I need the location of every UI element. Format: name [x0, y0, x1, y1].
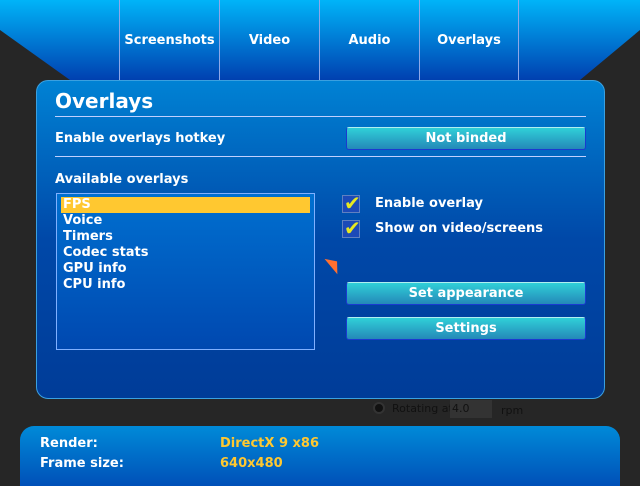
divider — [55, 156, 586, 157]
tab-overlays[interactable]: Overlays — [419, 0, 519, 80]
frame-size-value: 640x480 — [220, 456, 283, 471]
tab-video[interactable]: Video — [219, 0, 319, 80]
overlays-panel: Overlays Enable overlays hotkey Not bind… — [36, 80, 605, 399]
rpm-label: rpm — [501, 404, 524, 417]
list-item-voice[interactable]: Voice — [61, 213, 310, 229]
list-item-fps[interactable]: FPS — [61, 197, 310, 213]
show-on-video-checkbox[interactable] — [342, 216, 361, 240]
enable-overlay-label: Enable overlay — [375, 196, 483, 211]
hotkey-label: Enable overlays hotkey — [55, 131, 226, 146]
list-item-timers[interactable]: Timers — [61, 229, 310, 245]
frame-size-label: Frame size: — [40, 456, 124, 471]
set-appearance-button[interactable]: Set appearance — [346, 282, 586, 305]
rotating-input[interactable]: 4.0 — [450, 400, 492, 418]
panel-title: Overlays — [55, 89, 154, 113]
list-item-codec-stats[interactable]: Codec stats — [61, 245, 310, 261]
show-on-video-label: Show on video/screens — [375, 221, 544, 236]
render-label: Render: — [40, 436, 98, 451]
list-item-cpu-info[interactable]: CPU info — [61, 277, 310, 293]
tab-screenshots[interactable]: Screenshots — [119, 0, 219, 80]
available-overlays-label: Available overlays — [55, 172, 189, 187]
cursor-icon — [324, 253, 344, 275]
top-nav: Screenshots Video Audio Overlays — [0, 0, 640, 80]
hotkey-button[interactable]: Not binded — [346, 127, 586, 150]
render-value: DirectX 9 x86 — [220, 436, 319, 451]
rotating-label: Rotating at — [392, 402, 453, 415]
tab-audio[interactable]: Audio — [319, 0, 419, 80]
divider — [55, 116, 586, 117]
list-item-gpu-info[interactable]: GPU info — [61, 261, 310, 277]
settings-button[interactable]: Settings — [346, 317, 586, 340]
radio-rotating[interactable] — [373, 402, 385, 414]
status-panel: Render: DirectX 9 x86 Frame size: 640x48… — [20, 426, 620, 486]
overlays-list[interactable]: FPS Voice Timers Codec stats GPU info CP… — [56, 193, 315, 350]
enable-overlay-checkbox[interactable] — [342, 191, 361, 215]
